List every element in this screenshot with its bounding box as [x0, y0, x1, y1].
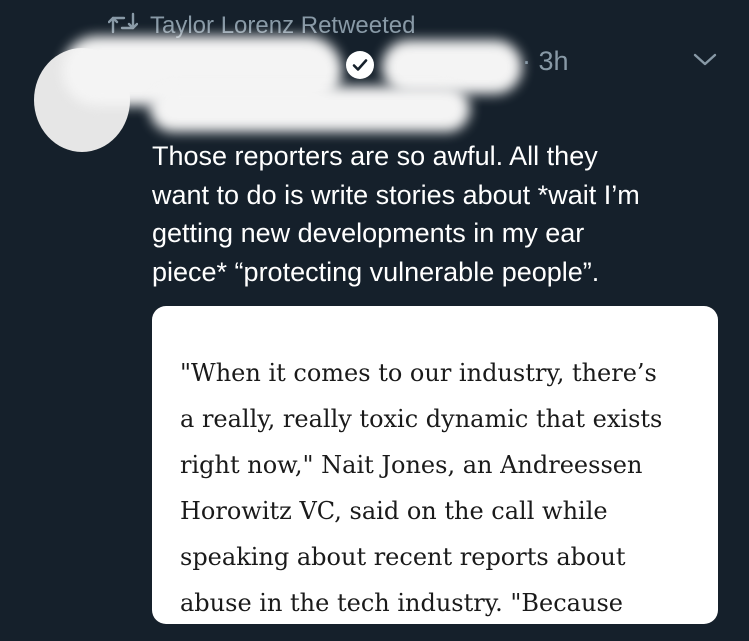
- quote-line: a really, really toxic dynamic that exis…: [180, 405, 663, 433]
- quote-line: speaking about recent reports about: [180, 543, 626, 571]
- tweet-text-line: getting new developments in my ear: [152, 218, 585, 248]
- quote-line: Horowitz VC, said on the call while: [180, 497, 608, 525]
- quote-line: right now," Nait Jones, an Andreessen: [180, 451, 643, 479]
- verified-badge-icon: [346, 51, 374, 79]
- redacted-subtitle: [150, 86, 470, 132]
- tweet-text-line: want to do is write stories about *wait …: [152, 179, 640, 210]
- tweet-text: Those reporters are so awful. All they w…: [152, 137, 742, 291]
- quote-image-card[interactable]: "When it comes to our industry, there’s …: [152, 306, 718, 624]
- chevron-down-icon[interactable]: [692, 52, 718, 73]
- quote-text: "When it comes to our industry, there’s …: [180, 350, 662, 624]
- quote-line: abuse in the tech industry. "Because: [180, 589, 623, 617]
- tweet-timestamp[interactable]: · 3h: [522, 46, 569, 77]
- quote-line: "When it comes to our industry, there’s: [180, 359, 657, 387]
- tweet-text-line: piece* “protecting vulnerable people”.: [152, 256, 600, 287]
- tweet-text-line: Those reporters are so awful. All they: [152, 141, 598, 171]
